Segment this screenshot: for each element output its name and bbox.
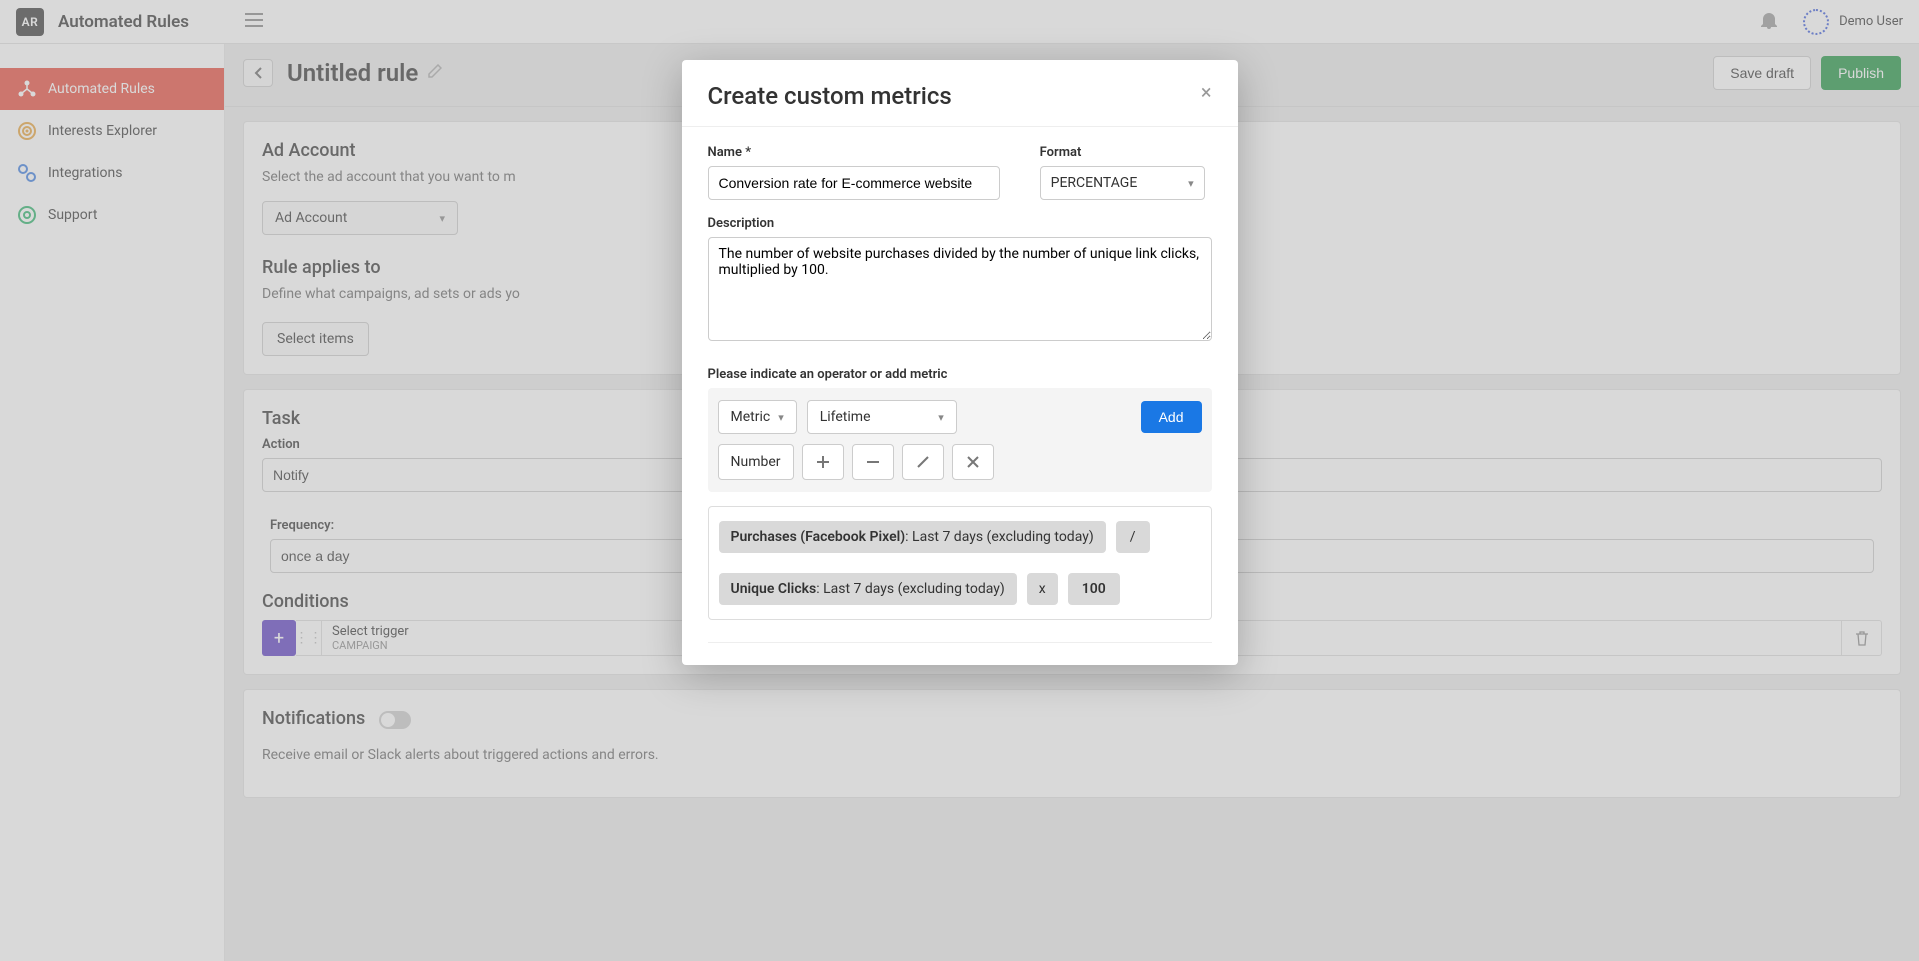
divide-operator-button[interactable]: [902, 444, 944, 480]
modal-backdrop[interactable]: Create custom metrics × Name * Format PE…: [0, 0, 1919, 961]
formula-token-number[interactable]: 100: [1068, 573, 1120, 605]
token-rest: : Last 7 days (excluding today): [816, 581, 1005, 597]
description-textarea[interactable]: [708, 237, 1212, 341]
formula-token-operator[interactable]: /: [1116, 521, 1150, 553]
chevron-down-icon: ▾: [938, 411, 944, 424]
operator-prompt: Please indicate an operator or add metri…: [708, 367, 1212, 382]
formula-token-metric[interactable]: Unique Clicks: Last 7 days (excluding to…: [719, 573, 1017, 605]
format-value: PERCENTAGE: [1051, 175, 1138, 191]
close-icon[interactable]: ×: [1201, 82, 1212, 102]
formula-token-metric[interactable]: Purchases (Facebook Pixel): Last 7 days …: [719, 521, 1106, 553]
token-bold: Unique Clicks: [731, 581, 817, 597]
format-label: Format: [1040, 145, 1212, 160]
chevron-down-icon: ▾: [1188, 177, 1194, 190]
plus-operator-button[interactable]: [802, 444, 844, 480]
description-label: Description: [708, 216, 1212, 231]
formula-box: Purchases (Facebook Pixel): Last 7 days …: [708, 506, 1212, 620]
token-bold: Purchases (Facebook Pixel): [731, 529, 906, 545]
create-custom-metrics-modal: Create custom metrics × Name * Format PE…: [682, 60, 1238, 665]
builder-area: Metric ▾ Lifetime ▾ Add Number: [708, 388, 1212, 492]
metric-dropdown-label: Metric: [731, 409, 771, 425]
format-select[interactable]: PERCENTAGE ▾: [1040, 166, 1205, 200]
timeframe-value: Lifetime: [820, 409, 871, 425]
metric-dropdown[interactable]: Metric ▾: [718, 400, 797, 434]
name-label: Name *: [708, 145, 1000, 160]
timeframe-dropdown[interactable]: Lifetime ▾: [807, 400, 957, 434]
chevron-down-icon: ▾: [778, 411, 784, 424]
modal-title: Create custom metrics: [708, 82, 952, 110]
minus-operator-button[interactable]: [852, 444, 894, 480]
metric-name-input[interactable]: [708, 166, 1000, 200]
token-rest: : Last 7 days (excluding today): [905, 529, 1094, 545]
multiply-operator-button[interactable]: [952, 444, 994, 480]
add-metric-button[interactable]: Add: [1141, 401, 1202, 433]
formula-token-operator[interactable]: x: [1027, 573, 1058, 605]
number-input-button[interactable]: Number: [718, 444, 794, 480]
